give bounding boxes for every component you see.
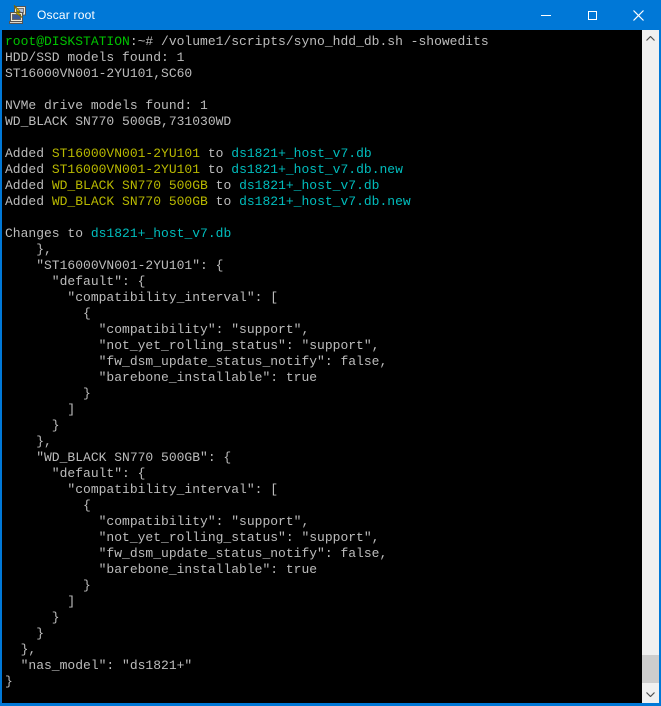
terminal-line: "not_yet_rolling_status": "support", (5, 338, 642, 354)
terminal-line: { (5, 498, 642, 514)
terminal-line: } (5, 578, 642, 594)
terminal-line (5, 210, 642, 226)
terminal-line: "barebone_installable": true (5, 562, 642, 578)
terminal-line: HDD/SSD models found: 1 (5, 50, 642, 66)
terminal-line: "barebone_installable": true (5, 370, 642, 386)
terminal-line: Added ST16000VN001-2YU101 to ds1821+_hos… (5, 146, 642, 162)
terminal-line: Changes to ds1821+_host_v7.db (5, 226, 642, 242)
terminal-line: "default": { (5, 466, 642, 482)
terminal-line (5, 130, 642, 146)
terminal-line: ] (5, 594, 642, 610)
terminal-line: } (5, 418, 642, 434)
terminal-line: "compatibility_interval": [ (5, 290, 642, 306)
terminal-line: "not_yet_rolling_status": "support", (5, 530, 642, 546)
terminal-line: { (5, 306, 642, 322)
chevron-up-icon (646, 36, 655, 41)
terminal-line: root@DISKSTATION:~# /volume1/scripts/syn… (5, 34, 642, 50)
terminal-output[interactable]: root@DISKSTATION:~# /volume1/scripts/syn… (2, 30, 642, 703)
terminal-line: }, (5, 242, 642, 258)
maximize-button[interactable] (569, 0, 615, 30)
terminal-line: "WD_BLACK SN770 500GB": { (5, 450, 642, 466)
terminal-line: WD_BLACK SN770 500GB,731030WD (5, 114, 642, 130)
terminal-line: "compatibility_interval": [ (5, 482, 642, 498)
terminal-line: }, (5, 434, 642, 450)
close-icon (633, 10, 644, 21)
terminal-line: Added WD_BLACK SN770 500GB to ds1821+_ho… (5, 178, 642, 194)
window-title: Oscar root (37, 8, 95, 22)
terminal-line (5, 82, 642, 98)
terminal-line: "ST16000VN001-2YU101": { (5, 258, 642, 274)
title-bar[interactable]: Oscar root (0, 0, 661, 30)
putty-window: Oscar root root@DISKSTATION:~# /volume1/… (0, 0, 661, 706)
terminal-line: }, (5, 642, 642, 658)
caption-buttons (523, 0, 661, 30)
terminal-line: ST16000VN001-2YU101,SC60 (5, 66, 642, 82)
terminal-line: "default": { (5, 274, 642, 290)
scroll-thumb[interactable] (642, 655, 659, 683)
terminal-line: } (5, 626, 642, 642)
terminal-line: "compatibility": "support", (5, 322, 642, 338)
terminal-line: } (5, 610, 642, 626)
terminal-line: "fw_dsm_update_status_notify": false, (5, 354, 642, 370)
terminal-line: NVMe drive models found: 1 (5, 98, 642, 114)
scroll-down-button[interactable] (642, 686, 659, 703)
terminal-lines: root@DISKSTATION:~# /volume1/scripts/syn… (5, 34, 642, 690)
terminal-line: ] (5, 402, 642, 418)
terminal-line: } (5, 386, 642, 402)
putty-terminal-icon (8, 5, 28, 25)
terminal-line: } (5, 674, 642, 690)
terminal-line: "nas_model": "ds1821+" (5, 658, 642, 674)
close-button[interactable] (615, 0, 661, 30)
scrollbar[interactable] (642, 30, 659, 703)
terminal-line: Added WD_BLACK SN770 500GB to ds1821+_ho… (5, 194, 642, 210)
window-body: root@DISKSTATION:~# /volume1/scripts/syn… (2, 30, 659, 703)
chevron-down-icon (646, 692, 655, 697)
terminal-line: Added ST16000VN001-2YU101 to ds1821+_hos… (5, 162, 642, 178)
scroll-up-button[interactable] (642, 30, 659, 47)
maximize-icon (588, 11, 597, 20)
terminal-line: "fw_dsm_update_status_notify": false, (5, 546, 642, 562)
terminal-line: "compatibility": "support", (5, 514, 642, 530)
minimize-icon (541, 15, 551, 16)
minimize-button[interactable] (523, 0, 569, 30)
